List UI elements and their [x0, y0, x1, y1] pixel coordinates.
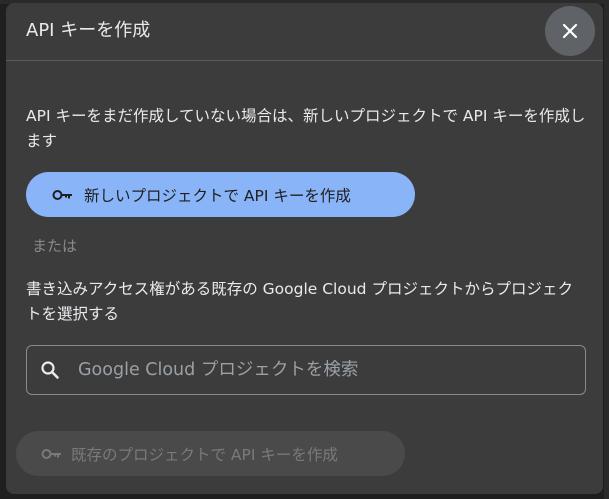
dialog-title: API キーを作成: [26, 20, 151, 41]
create-api-key-dialog: API キーを作成 API キーをまだ作成していない場合は、新しいプロジェクトで…: [6, 3, 603, 494]
key-icon: [52, 189, 74, 201]
create-key-in-existing-project-button[interactable]: 既存のプロジェクトで API キーを作成: [16, 431, 405, 476]
create-existing-button-label: 既存のプロジェクトで API キーを作成: [71, 445, 338, 464]
project-search-box[interactable]: [26, 345, 586, 395]
create-key-in-new-project-button[interactable]: 新しいプロジェクトで API キーを作成: [26, 172, 415, 217]
search-icon: [38, 358, 62, 382]
create-new-button-label: 新しいプロジェクトで API キーを作成: [84, 186, 351, 205]
or-separator-text: または: [32, 237, 78, 255]
key-icon: [41, 448, 63, 460]
background-page-edge-right: [604, 0, 609, 499]
close-button[interactable]: [545, 6, 595, 56]
dialog-header: API キーを作成: [6, 3, 603, 61]
existing-project-description: 書き込みアクセス権がある既存の Google Cloud プロジェクトからプロジ…: [26, 280, 573, 323]
project-search-input[interactable]: [76, 359, 575, 381]
close-icon: [561, 22, 579, 40]
no-key-description: API キーをまだ作成していない場合は、新しいプロジェクトで API キーを作成…: [26, 107, 586, 150]
